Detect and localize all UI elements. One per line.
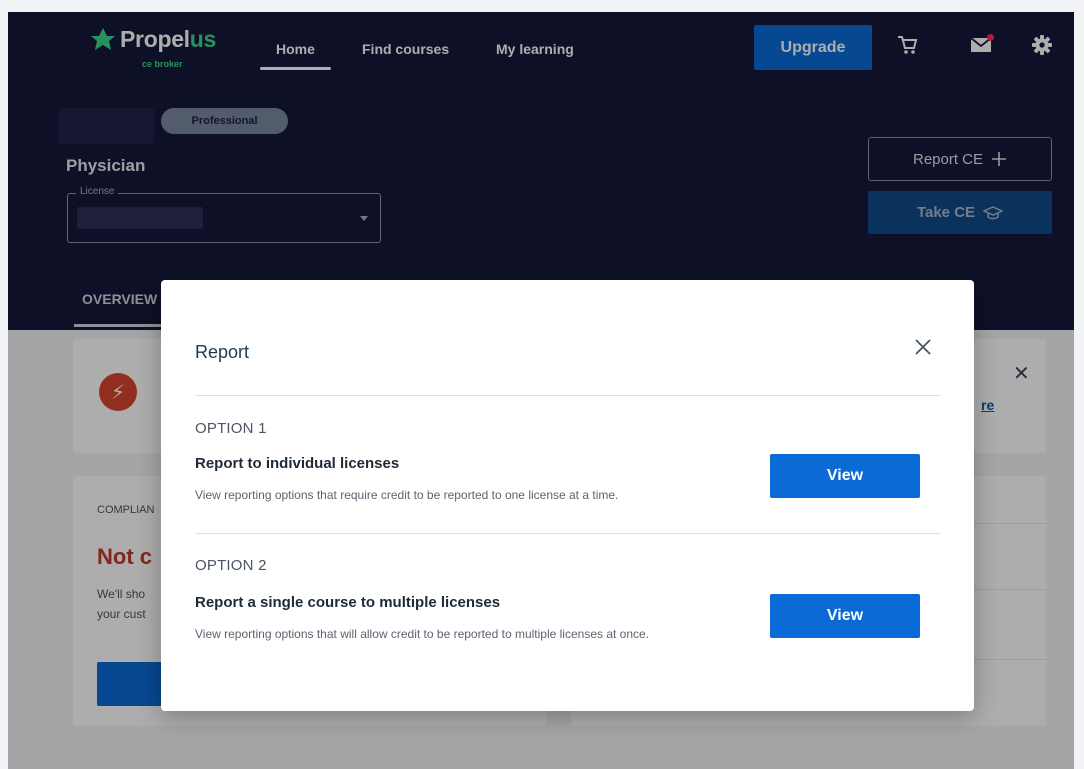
option-1-description: View reporting options that require cred… (195, 488, 619, 502)
option-1-label: OPTION 1 (195, 420, 267, 437)
option-2-title: Report a single course to multiple licen… (195, 594, 501, 611)
close-icon[interactable] (911, 335, 935, 359)
modal-title: Report (195, 342, 250, 362)
modal-divider (195, 395, 941, 396)
option-1-title: Report to individual licenses (195, 455, 400, 472)
option-1-view-button[interactable]: View (770, 454, 920, 498)
option-2-label: OPTION 2 (195, 557, 267, 574)
option-2-description: View reporting options that will allow c… (195, 627, 650, 641)
report-modal: Report OPTION 1 Report to individual lic… (161, 280, 974, 711)
modal-divider (195, 533, 941, 534)
option-2-view-button[interactable]: View (770, 594, 920, 638)
